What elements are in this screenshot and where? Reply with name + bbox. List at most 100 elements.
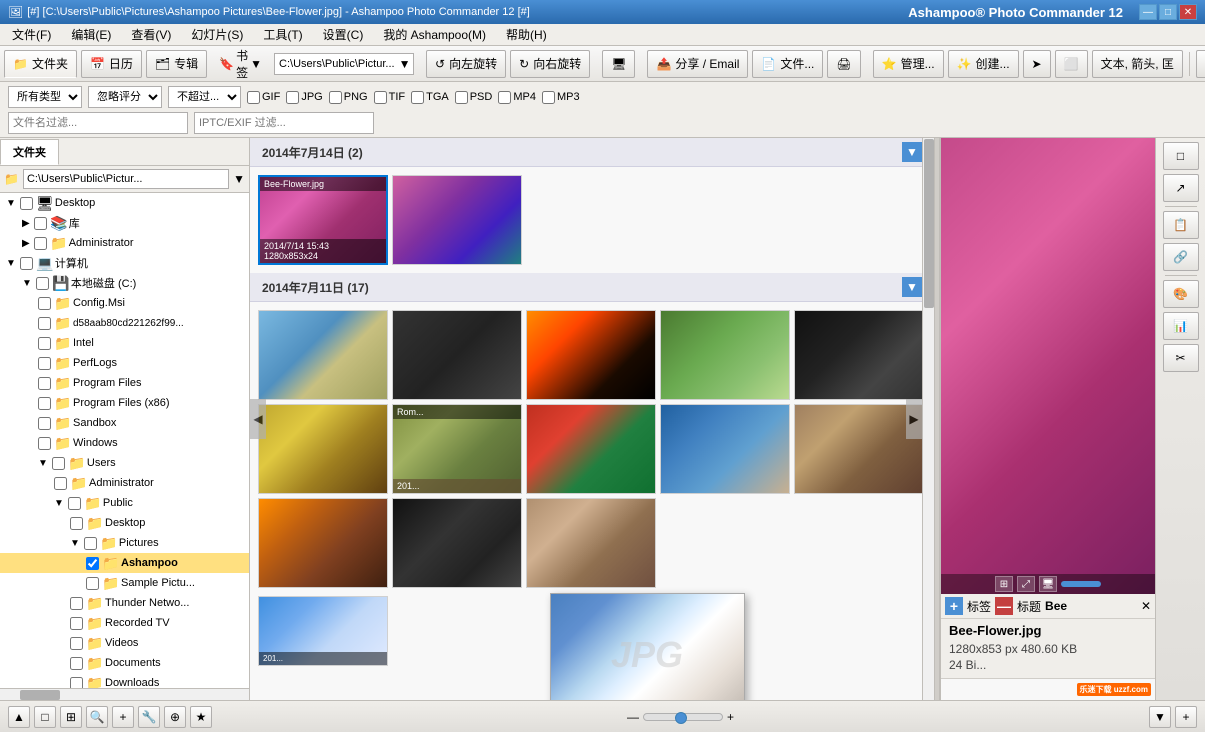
nav-grid-btn[interactable]: ⊞	[60, 706, 82, 728]
monitor-btn[interactable]: 🖥	[602, 50, 635, 78]
sidebar-item-program-files[interactable]: 📁 Program Files	[0, 373, 249, 393]
gif-checkbox-label[interactable]: GIF	[247, 91, 280, 104]
path-dropdown-btn[interactable]: ▼	[233, 172, 245, 186]
mp3-checkbox[interactable]	[542, 91, 555, 104]
photo-thumb-bee-flower[interactable]: Bee-Flower.jpg 2014/7/14 15:431280x853x2…	[258, 175, 388, 265]
expand-pictures-icon[interactable]: ▼	[70, 538, 80, 549]
path-dropdown-icon[interactable]: ▼	[399, 57, 411, 71]
sidebar-item-desktop[interactable]: ▼ 🖥 Desktop	[0, 193, 249, 213]
expand-users-icon[interactable]: ▼	[38, 458, 48, 469]
jpg-checkbox[interactable]	[286, 91, 299, 104]
menu-edit[interactable]: 编辑(E)	[63, 24, 119, 45]
thumb-size-slider-handle[interactable]	[675, 712, 687, 724]
psd-checkbox-label[interactable]: PSD	[455, 91, 493, 104]
folder-tab[interactable]: 文件夹	[0, 139, 59, 165]
type-filter-select[interactable]: 所有类型	[8, 86, 82, 108]
preview-zoom-slider[interactable]	[1061, 581, 1101, 587]
tga-checkbox[interactable]	[411, 91, 424, 104]
admin2-checkbox[interactable]	[54, 477, 67, 490]
rating-filter-select[interactable]: 忽略评分	[88, 86, 162, 108]
rt-clipboard-btn[interactable]: 📋	[1163, 211, 1199, 239]
expand-computer-icon[interactable]: ▼	[6, 258, 16, 269]
rotate-left-btn[interactable]: ↺ 向左旋转	[426, 50, 506, 78]
png-checkbox[interactable]	[329, 91, 342, 104]
photo-thumb-trees[interactable]	[660, 310, 790, 400]
photo-thumb-evening[interactable]	[258, 498, 388, 588]
public-checkbox[interactable]	[68, 497, 81, 510]
sidebar-item-d58aab[interactable]: 📁 d58aab80cd221262f99...	[0, 313, 249, 333]
pictures-checkbox[interactable]	[84, 537, 97, 550]
menu-ashampoo[interactable]: 我的 Ashampoo(M)	[375, 24, 494, 45]
rt-scissors-btn[interactable]: ✂	[1163, 344, 1199, 372]
computer-checkbox[interactable]	[20, 257, 33, 270]
preview-tool-1[interactable]: ⊞	[995, 576, 1013, 592]
save-btn[interactable]: 💾	[1196, 50, 1205, 78]
windows-checkbox[interactable]	[38, 437, 51, 450]
nav-single-btn[interactable]: □	[34, 706, 56, 728]
photo-thumb-rom[interactable]: Rom... 201...	[392, 404, 522, 494]
iptc-filter-input[interactable]	[194, 112, 374, 134]
manage-btn[interactable]: ⭐ 管理...	[873, 50, 944, 78]
expand-desktop-icon[interactable]: ▼	[6, 198, 16, 209]
sidebar-item-thunder-netwo[interactable]: 📁 Thunder Netwo...	[0, 593, 249, 613]
sidebar-item-intel[interactable]: 📁 Intel	[0, 333, 249, 353]
calendar-tab-btn[interactable]: 📅 日历	[81, 50, 142, 78]
mp4-checkbox-label[interactable]: MP4	[498, 91, 536, 104]
menu-help[interactable]: 帮助(H)	[498, 24, 555, 45]
program-files-checkbox[interactable]	[38, 377, 51, 390]
close-tag-icon[interactable]: ✕	[1141, 599, 1151, 613]
nav-plus-btn[interactable]: +	[112, 706, 134, 728]
d58aab-checkbox[interactable]	[38, 317, 51, 330]
preview-tool-3[interactable]: 🖥	[1039, 576, 1057, 592]
intel-checkbox[interactable]	[38, 337, 51, 350]
config-msi-checkbox[interactable]	[38, 297, 51, 310]
send-btn[interactable]: ➤	[1023, 50, 1051, 78]
folder-tab-btn[interactable]: 📁 文件夹	[4, 50, 77, 78]
menu-view[interactable]: 查看(V)	[123, 24, 179, 45]
path-breadcrumb[interactable]: C:\Users\Public\Pictur... ▼	[274, 53, 414, 75]
tif-checkbox[interactable]	[374, 91, 387, 104]
share-btn[interactable]: 📤 分享 / Email	[647, 50, 748, 78]
program-files-x86-checkbox[interactable]	[38, 397, 51, 410]
sidebar-item-computer[interactable]: ▼ 💻 计算机	[0, 253, 249, 273]
expand-admin-icon[interactable]: ▶	[22, 238, 30, 249]
arrow-tool-btn[interactable]: 文本, 箭头, 匡	[1092, 50, 1183, 78]
sidebar-item-sandbox[interactable]: 📁 Sandbox	[0, 413, 249, 433]
videos-checkbox[interactable]	[70, 637, 83, 650]
sidebar-item-program-files-x86[interactable]: 📁 Program Files (x86)	[0, 393, 249, 413]
rotate-right-btn[interactable]: ↻ 向右旋转	[510, 50, 590, 78]
tag-add-btn[interactable]: +	[945, 597, 963, 615]
rt-palette-btn[interactable]: 🎨	[1163, 280, 1199, 308]
sample-pictu-checkbox[interactable]	[86, 577, 99, 590]
users-checkbox[interactable]	[52, 457, 65, 470]
sidebar-item-videos[interactable]: 📁 Videos	[0, 633, 249, 653]
date-group-1-collapse-btn[interactable]: ▼	[902, 142, 922, 162]
preview-tool-2[interactable]: ⤢	[1017, 576, 1035, 592]
rt-expand-btn[interactable]: ↗	[1163, 174, 1199, 202]
nav-down-btn[interactable]: ▼	[1149, 706, 1171, 728]
sidebar-item-admin2[interactable]: 📁 Administrator	[0, 473, 249, 493]
nav-add-btn[interactable]: +	[1175, 706, 1197, 728]
sidebar-item-documents[interactable]: 📁 Documents	[0, 653, 249, 673]
sidebar-item-public[interactable]: ▼ 📁 Public	[0, 493, 249, 513]
copy-btn[interactable]: ⬜	[1055, 50, 1088, 78]
sidebar-item-ashampoo[interactable]: 📁 Ashampoo	[0, 553, 249, 573]
expand-local-c-icon[interactable]: ▼	[22, 278, 32, 289]
expand-public-icon[interactable]: ▼	[54, 498, 64, 509]
photo-thumb-bee[interactable]	[258, 404, 388, 494]
sidebar-item-config-msi[interactable]: 📁 Config.Msi	[0, 293, 249, 313]
downloads-checkbox[interactable]	[70, 677, 83, 689]
admin-checkbox[interactable]	[34, 237, 47, 250]
file-btn[interactable]: 📄 文件...	[752, 50, 823, 78]
sidebar-item-perflogs[interactable]: 📁 PerfLogs	[0, 353, 249, 373]
tif-checkbox-label[interactable]: TIF	[374, 91, 406, 104]
photo-thumb-catblack[interactable]	[392, 498, 522, 588]
close-button[interactable]: ✕	[1179, 4, 1197, 20]
library-checkbox[interactable]	[34, 217, 47, 230]
sidebar-item-recorded-tv[interactable]: 📁 Recorded TV	[0, 613, 249, 633]
album-tab-btn[interactable]: 🗂 专辑	[146, 50, 207, 78]
maximize-button[interactable]: □	[1159, 4, 1177, 20]
photo-thumb-tomatoes[interactable]	[526, 404, 656, 494]
size-filter-select[interactable]: 不超过...	[168, 86, 241, 108]
photo-thumb-flower2[interactable]	[392, 175, 522, 265]
